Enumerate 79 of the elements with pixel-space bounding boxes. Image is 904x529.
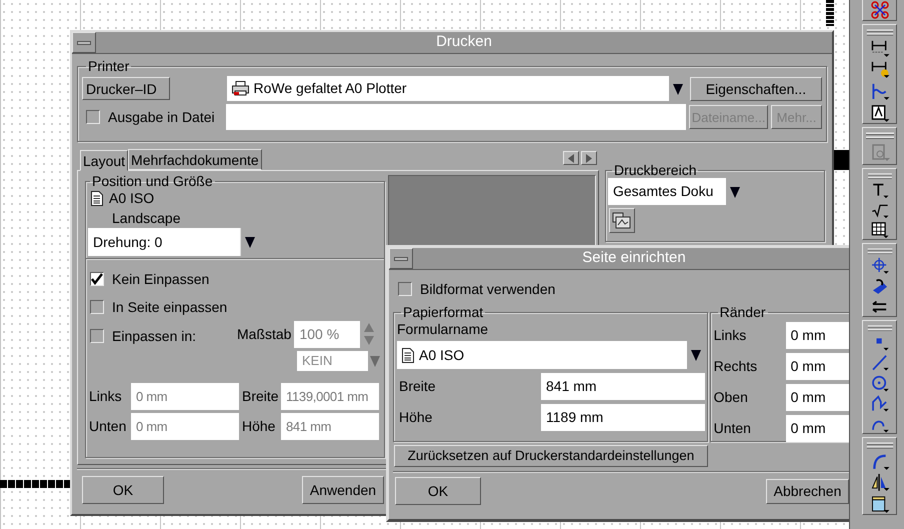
window-menu-button[interactable] [72,32,96,53]
field-label: Links [714,326,748,345]
checkbox-label[interactable]: Kein Einpassen [112,268,210,290]
field-label: Links [89,387,123,406]
block-icon[interactable] [870,495,890,514]
circles-icon[interactable] [870,0,890,20]
toolbar-grip[interactable] [866,29,894,36]
circle-icon[interactable] [870,374,890,392]
input-field[interactable]: 0 mm [786,353,850,380]
caret-icon [244,235,256,249]
button[interactable]: OK [82,476,164,504]
input-field[interactable]: 0 mm [786,322,850,349]
button[interactable]: Abbrechen [766,478,849,504]
frame-icon[interactable] [870,104,890,123]
button[interactable]: Anwenden [302,476,384,504]
caret-icon [672,82,684,96]
checkbox[interactable] [398,282,412,296]
button[interactable]: Zurücksetzen auf Druckerstandardeinstellungen [394,445,708,467]
field-label: Oben [714,388,749,407]
checkbox[interactable] [90,329,104,343]
button[interactable]: OK [395,477,481,505]
checkbox[interactable] [90,300,104,314]
input-field[interactable]: 1189 mm [541,404,705,431]
field-label: Breite [241,387,280,406]
checkbox[interactable] [86,110,100,124]
line-icon[interactable] [870,354,890,372]
field-label: Breite [398,377,437,396]
group-label: Druckbereich [613,162,698,178]
button[interactable]: Eigenschaften... [690,76,822,100]
field-label: Formularname [397,320,488,339]
toolbar-grip[interactable] [866,173,894,179]
printer-icon [232,81,249,96]
paper-size-label: A0 ISO [109,189,154,208]
input-field[interactable]: 0 mm [786,384,850,411]
field-label: Maßstab [237,324,292,344]
document-icon [91,191,103,206]
group-label: Position und Größe [91,173,214,189]
scroll-button[interactable] [581,151,597,165]
caret-icon [690,348,702,362]
tab[interactable]: Mehrfachdokumente [128,149,262,170]
group-label: Ränder [718,304,767,320]
window-menu-button[interactable] [389,248,413,269]
window-title: Drucken [96,32,832,53]
field-label: Unten [89,417,128,436]
input-field[interactable]: 0 mm [786,415,850,442]
icon-button[interactable] [609,208,635,233]
checkbox-label[interactable]: Ausgabe in Datei [108,106,215,128]
polyline-icon[interactable] [870,395,890,413]
input-field[interactable] [226,104,686,130]
orientation-label: Landscape [112,209,181,228]
curve-icon[interactable] [870,82,890,102]
toolbar-grip[interactable] [866,248,894,254]
field-label: Höhe [241,417,276,436]
table-icon[interactable] [870,222,890,239]
dimension-icon[interactable] [870,38,890,58]
group-label: Printer [87,58,130,74]
checkbox-label[interactable]: Einpassen in: [112,326,196,346]
minus-icon [394,256,408,260]
crosshair-icon[interactable] [870,257,890,275]
caret-icon [729,184,741,198]
document-icon [402,348,414,362]
toolbar-grip[interactable] [866,325,894,332]
group-label: Papierformat [402,304,484,320]
dimension-icon[interactable] [870,60,890,80]
toolbar-grip[interactable] [866,442,894,449]
minus-icon [77,40,91,44]
clipboard-icon[interactable] [870,142,890,162]
input-field[interactable]: 841 mm [541,373,705,400]
scroll-button[interactable] [563,151,579,165]
checkbox-label[interactable]: In Seite einpassen [112,296,228,318]
field-label: Unten [714,419,752,438]
button[interactable]: Drucker–ID [82,77,170,100]
field-label: Höhe [398,408,434,427]
pages-icon [612,212,632,230]
tab[interactable]: Layout [80,150,128,171]
checkbox[interactable] [90,272,104,286]
field-label: Rechts [714,357,758,376]
checkbox-label[interactable]: Bildformat verwenden [420,278,556,300]
mirror-icon[interactable] [870,473,890,492]
